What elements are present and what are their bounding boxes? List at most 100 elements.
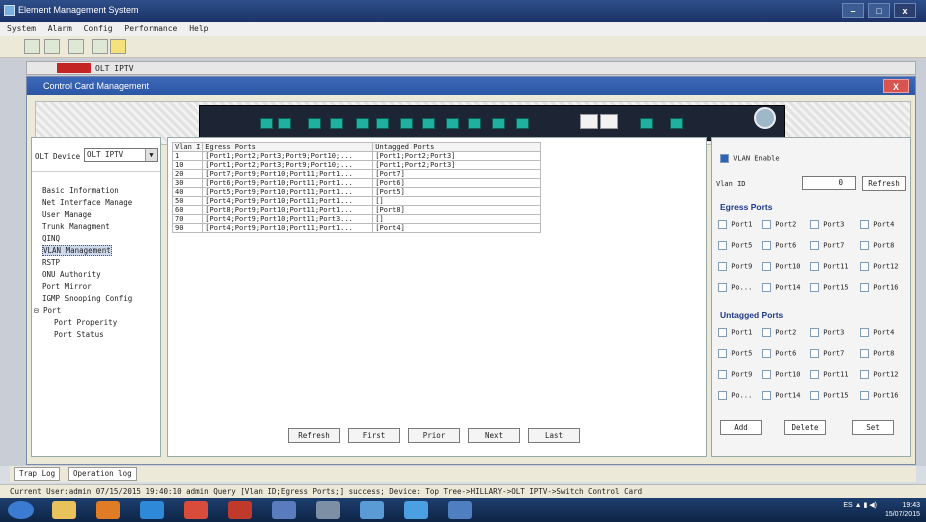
tree-item-net-interface[interactable]: Net Interface Manage [42, 198, 132, 207]
table-row[interactable]: 30 [Port6;Port9;Port10;Port11;Port1... [Po… [171, 178, 542, 188]
tree-item-port-status[interactable]: Port Status [54, 330, 104, 339]
vlan-refresh-button[interactable]: Refresh [862, 176, 906, 191]
egress-port-checkbox[interactable]: Port4 [860, 220, 894, 229]
column-header-egress[interactable]: Egress Ports [202, 142, 374, 152]
app-icon-11[interactable] [448, 501, 472, 519]
console-port[interactable] [580, 114, 598, 129]
egress-port-checkbox[interactable]: Port3 [810, 220, 844, 229]
egress-port-checkbox[interactable]: Port16 [860, 283, 899, 292]
menu-help[interactable]: Help [189, 24, 208, 33]
port-led[interactable] [446, 118, 459, 129]
chrome-icon[interactable] [184, 501, 208, 519]
tree-item-port[interactable]: ⊟ Port [34, 306, 61, 315]
alarm-icon[interactable] [110, 39, 126, 54]
tree-item-onu-authority[interactable]: ONU Authority [42, 270, 101, 279]
device-select[interactable]: OLT IPTV ▼ [84, 148, 158, 162]
port-led[interactable] [516, 118, 529, 129]
untagged-port-checkbox[interactable]: Port12 [860, 370, 899, 379]
egress-port-checkbox[interactable]: Port14 [762, 283, 801, 292]
delete-button[interactable]: Delete [784, 420, 826, 435]
table-row[interactable]: 60 [Port8;Port9;Port10;Port11;Port1... [Po… [171, 205, 542, 215]
refresh-button[interactable]: Refresh [288, 428, 340, 443]
tree-item-port-mirror[interactable]: Port Mirror [42, 282, 92, 291]
egress-port-checkbox[interactable]: Port6 [762, 241, 796, 250]
terminal-icon[interactable] [316, 501, 340, 519]
untagged-port-checkbox[interactable]: Port5 [718, 349, 752, 358]
device-icon[interactable] [44, 39, 60, 54]
maximize-button[interactable]: □ [868, 3, 890, 18]
tree-item-igmp-snooping[interactable]: IGMP Snooping Config [42, 294, 132, 303]
start-button-icon[interactable] [8, 501, 34, 519]
table-row[interactable]: 70 [Port4;Port9;Port10;Port11;Port3...[] [171, 214, 542, 224]
untagged-port-checkbox[interactable]: Port7 [810, 349, 844, 358]
egress-port-checkbox[interactable]: Port10 [762, 262, 801, 271]
tree-item-vlan-management[interactable]: VLAN Management [42, 245, 112, 256]
next-button[interactable]: Next [468, 428, 520, 443]
clock-date[interactable]: 15/07/2015 [885, 511, 920, 518]
port-led[interactable] [278, 118, 291, 129]
untagged-port-checkbox[interactable]: Port8 [860, 349, 894, 358]
egress-port-checkbox[interactable]: Port7 [810, 241, 844, 250]
port-led[interactable] [422, 118, 435, 129]
menu-alarm[interactable]: Alarm [48, 24, 72, 33]
egress-port-checkbox[interactable]: Port8 [860, 241, 894, 250]
table-row[interactable]: 50 [Port4;Port9;Port10;Port11;Port1...[] [171, 196, 542, 206]
vlan-id-spinner[interactable]: 0 [802, 176, 856, 190]
table-row[interactable]: 40 [Port5;Port9;Port10;Port11;Port1... [Po… [171, 187, 542, 197]
add-button[interactable]: Add [720, 420, 762, 435]
clock-time[interactable]: 19:43 [902, 502, 920, 509]
presentation-icon[interactable] [228, 501, 252, 519]
tree-item-rstp[interactable]: RSTP [42, 258, 60, 267]
egress-port-checkbox[interactable]: Port5 [718, 241, 752, 250]
file-explorer-icon[interactable] [52, 501, 76, 519]
egress-port-checkbox[interactable]: Port1 [718, 220, 752, 229]
tree-item-qinq[interactable]: QINQ [42, 234, 60, 243]
table-row[interactable]: 10 [Port1;Port2;Port3;Port9;Port10;... [Po… [171, 160, 542, 170]
column-header-vlan-id[interactable]: Vlan I [171, 142, 204, 152]
tab-trap-log[interactable]: Trap Log [14, 467, 61, 481]
untagged-port-checkbox[interactable]: Port16 [860, 391, 899, 400]
collapse-icon[interactable]: ⊟ [34, 306, 43, 315]
chevron-down-icon[interactable]: ▼ [145, 149, 157, 161]
minimize-button[interactable]: – [842, 3, 864, 18]
port-led[interactable] [492, 118, 505, 129]
set-button[interactable]: Set [852, 420, 894, 435]
untagged-port-checkbox[interactable]: Port3 [810, 328, 844, 337]
port-led[interactable] [260, 118, 273, 129]
untagged-port-checkbox[interactable]: Port4 [860, 328, 894, 337]
list-icon[interactable] [92, 39, 108, 54]
untagged-port-checkbox[interactable]: Port1 [718, 328, 752, 337]
port-led[interactable] [356, 118, 369, 129]
vlan-enable-checkbox[interactable]: VLAN Enable [720, 154, 780, 163]
menu-performance[interactable]: Performance [124, 24, 177, 33]
egress-port-checkbox[interactable]: Po... [718, 283, 752, 292]
untagged-port-checkbox[interactable]: Port15 [810, 391, 849, 400]
port-led[interactable] [400, 118, 413, 129]
port-led[interactable] [468, 118, 481, 129]
table-row[interactable]: 20 [Port7;Port9;Port10;Port11;Port1... [Po… [171, 169, 542, 179]
first-button[interactable]: First [348, 428, 400, 443]
untagged-port-checkbox[interactable]: Po... [718, 391, 752, 400]
app-icon-9[interactable] [360, 501, 384, 519]
close-button[interactable]: x [894, 3, 916, 18]
port-led[interactable] [330, 118, 343, 129]
tree-node-label[interactable]: OLT IPTV [95, 64, 134, 73]
column-header-untagged[interactable]: Untagged Ports [372, 142, 542, 152]
checkbox-checked-icon[interactable] [720, 154, 729, 163]
menu-config[interactable]: Config [84, 24, 113, 33]
table-row[interactable]: 90 [Port4;Port9;Port10;Port11;Port1... [Po… [171, 223, 542, 233]
egress-port-checkbox[interactable]: Port15 [810, 283, 849, 292]
network-icon[interactable]: ▲ ▮ ◀) [855, 502, 877, 509]
untagged-port-checkbox[interactable]: Port2 [762, 328, 796, 337]
settings-icon[interactable] [68, 39, 84, 54]
untagged-port-checkbox[interactable]: Port11 [810, 370, 849, 379]
untagged-port-checkbox[interactable]: Port9 [718, 370, 752, 379]
app-icon-7[interactable] [272, 501, 296, 519]
tab-operation-log[interactable]: Operation log [68, 467, 137, 481]
language-indicator[interactable]: ES [843, 502, 852, 509]
egress-port-checkbox[interactable]: Port2 [762, 220, 796, 229]
prior-button[interactable]: Prior [408, 428, 460, 443]
topology-icon[interactable] [24, 39, 40, 54]
menu-system[interactable]: System [7, 24, 36, 33]
egress-port-checkbox[interactable]: Port12 [860, 262, 899, 271]
